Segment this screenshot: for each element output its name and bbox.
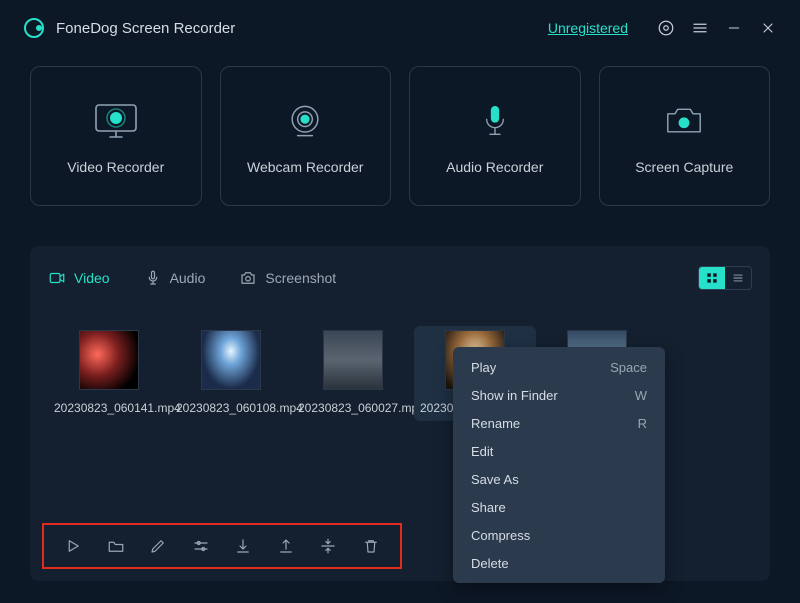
list-item[interactable]: 20230823_060141.mp4 [48,326,170,421]
menu-item-rename[interactable]: Rename R [453,409,665,437]
menu-label: Edit [471,444,493,459]
menu-label: Share [471,500,506,515]
menu-label: Save As [471,472,519,487]
menu-label: Delete [471,556,509,571]
menu-shortcut: W [635,388,647,403]
mode-webcam-recorder[interactable]: Webcam Recorder [220,66,392,206]
header: FoneDog Screen Recorder Unregistered [0,0,800,56]
unregistered-link[interactable]: Unregistered [548,20,628,36]
list-item[interactable]: 20230823_060027.mp4 [292,326,414,421]
menu-label: Rename [471,416,520,431]
share-icon[interactable] [275,535,297,557]
menu-item-show-in-finder[interactable]: Show in Finder W [453,381,665,409]
camera-icon [660,97,708,145]
menu-item-share[interactable]: Share [453,493,665,521]
menu-label: Compress [471,528,530,543]
mode-audio-recorder[interactable]: Audio Recorder [409,66,581,206]
thumbnail [201,330,261,390]
tab-label: Screenshot [265,270,336,286]
folder-icon[interactable] [105,535,127,557]
menu-shortcut: R [638,416,647,431]
mode-screen-capture[interactable]: Screen Capture [599,66,771,206]
edit-icon[interactable] [147,535,169,557]
settings-gear-icon[interactable] [656,18,676,38]
toolbar [42,523,402,569]
mode-label: Video Recorder [67,159,164,175]
menu-item-save-as[interactable]: Save As [453,465,665,493]
library-tabs: Video Audio Screenshot [48,260,752,296]
download-icon[interactable] [232,535,254,557]
compress-icon[interactable] [317,535,339,557]
app-title: FoneDog Screen Recorder [56,20,235,37]
view-switch [698,266,752,290]
menu-shortcut: Space [610,360,647,375]
context-menu: Play Space Show in Finder W Rename R Edi… [453,347,665,583]
close-icon[interactable] [758,18,778,38]
menu-label: Show in Finder [471,388,558,403]
mode-cards: Video Recorder Webcam Recorder Audio Rec… [0,56,800,230]
tab-label: Audio [170,270,206,286]
trash-icon[interactable] [360,535,382,557]
monitor-icon [92,97,140,145]
thumbnail [323,330,383,390]
menu-item-play[interactable]: Play Space [453,353,665,381]
webcam-icon [281,97,329,145]
menu-item-edit[interactable]: Edit [453,437,665,465]
play-icon[interactable] [62,535,84,557]
list-view-icon[interactable] [725,267,751,289]
file-name: 20230823_060141.mp4 [54,400,164,417]
app-logo-icon [24,18,44,38]
file-name: 20230823_060027.mp4 [298,400,408,417]
tab-audio[interactable]: Audio [144,269,206,287]
microphone-icon [471,97,519,145]
list-item[interactable]: 20230823_060108.mp4 [170,326,292,421]
sliders-icon[interactable] [190,535,212,557]
mode-label: Audio Recorder [446,159,543,175]
menu-icon[interactable] [690,18,710,38]
mode-label: Screen Capture [635,159,733,175]
grid-view-icon[interactable] [699,267,725,289]
menu-item-delete[interactable]: Delete [453,549,665,577]
file-name: 20230823_060108.mp4 [176,400,286,417]
tab-label: Video [74,270,110,286]
menu-label: Play [471,360,496,375]
minimize-icon[interactable] [724,18,744,38]
menu-item-compress[interactable]: Compress [453,521,665,549]
thumbnail [79,330,139,390]
mode-video-recorder[interactable]: Video Recorder [30,66,202,206]
tab-screenshot[interactable]: Screenshot [239,269,336,287]
tab-video[interactable]: Video [48,269,110,287]
mode-label: Webcam Recorder [247,159,363,175]
